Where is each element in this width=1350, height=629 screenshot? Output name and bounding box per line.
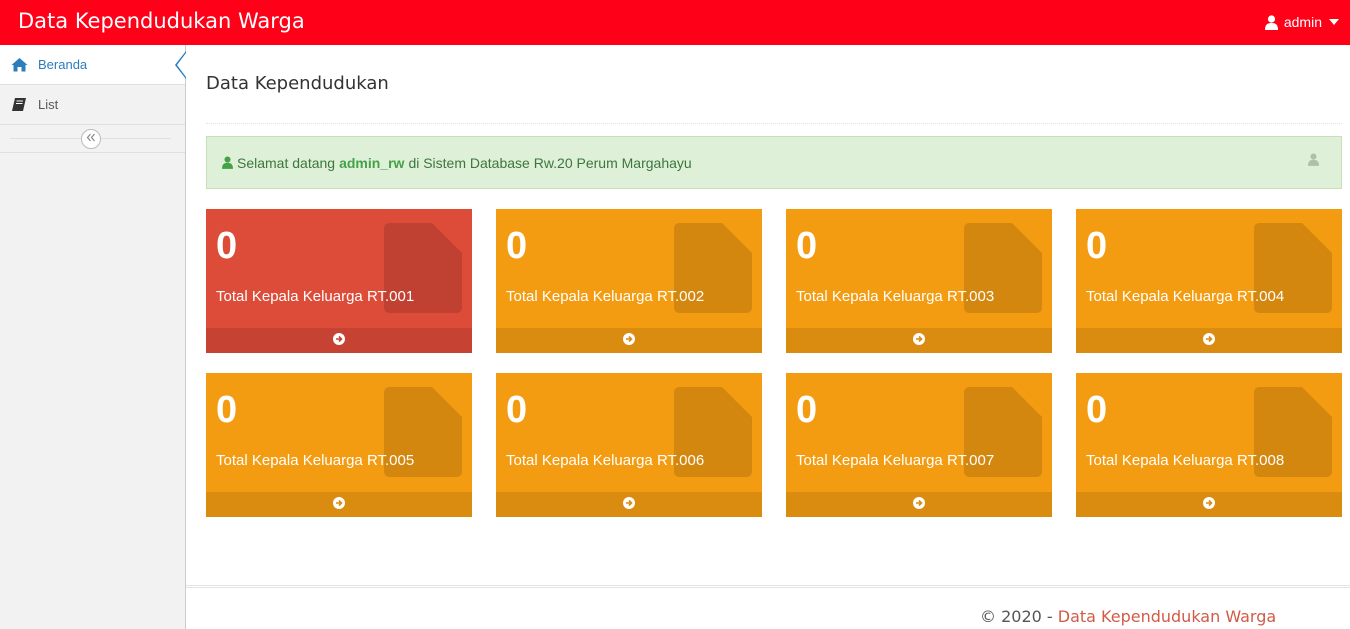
- stat-label: Total Kepala Keluarga RT.007: [796, 452, 995, 469]
- stat-value: 0: [506, 389, 528, 431]
- stat-box-rt008[interactable]: 0 Total Kepala Keluarga RT.008: [1076, 373, 1342, 517]
- stat-value: 0: [506, 225, 528, 267]
- more-info-link[interactable]: [786, 328, 1052, 353]
- double-chevron-left-icon: [86, 133, 96, 145]
- sidebar-collapse-button[interactable]: [81, 129, 101, 149]
- footer-copyright: © 2020 -: [980, 607, 1058, 626]
- arrow-circle-right-icon: [333, 332, 345, 350]
- footer-brand-link[interactable]: Data Kependudukan Warga: [1058, 607, 1276, 626]
- more-info-link[interactable]: [1076, 492, 1342, 517]
- arrow-circle-right-icon: [623, 496, 635, 514]
- welcome-alert: Selamat datang admin_rw di Sistem Databa…: [206, 136, 1342, 189]
- stat-box-rt006[interactable]: 0 Total Kepala Keluarga RT.006: [496, 373, 762, 517]
- arrow-circle-right-icon: [1203, 332, 1215, 350]
- user-menu[interactable]: admin: [1264, 12, 1340, 32]
- arrow-circle-right-icon: [333, 496, 345, 514]
- caret-down-icon: [1328, 18, 1340, 26]
- page-footer: © 2020 - Data Kependudukan Warga: [186, 585, 1350, 629]
- stat-value: 0: [216, 389, 238, 431]
- stat-value: 0: [216, 225, 238, 267]
- arrow-circle-right-icon: [913, 332, 925, 350]
- stat-label: Total Kepala Keluarga RT.005: [216, 452, 415, 469]
- stat-value: 0: [1086, 389, 1108, 431]
- page-header: Data Kependudukan: [206, 45, 1342, 124]
- arrow-circle-right-icon: [623, 332, 635, 350]
- alert-prefix: Selamat datang: [237, 154, 336, 171]
- sidebar-item-label: List: [38, 97, 59, 112]
- stat-label: Total Kepala Keluarga RT.006: [506, 452, 705, 469]
- user-name: admin: [1283, 14, 1322, 30]
- stat-box-rt003[interactable]: 0 Total Kepala Keluarga RT.003: [786, 209, 1052, 353]
- stat-box-rt001[interactable]: 0 Total Kepala Keluarga RT.001: [206, 209, 472, 353]
- arrow-circle-right-icon: [913, 496, 925, 514]
- stat-label: Total Kepala Keluarga RT.004: [1086, 288, 1285, 305]
- sidebar: Beranda List: [0, 45, 186, 629]
- stat-label: Total Kepala Keluarga RT.003: [796, 288, 995, 305]
- more-info-link[interactable]: [496, 328, 762, 353]
- more-info-link[interactable]: [496, 492, 762, 517]
- stat-box-rt002[interactable]: 0 Total Kepala Keluarga RT.002: [496, 209, 762, 353]
- stat-box-rt005[interactable]: 0 Total Kepala Keluarga RT.005: [206, 373, 472, 517]
- stat-value: 0: [796, 389, 818, 431]
- page-title: Data Kependudukan: [206, 73, 389, 94]
- alert-user-icon[interactable]: [1308, 153, 1319, 169]
- stat-value: 0: [1086, 225, 1108, 267]
- active-indicator: [175, 51, 186, 79]
- footer-text: © 2020 - Data Kependudukan Warga: [980, 607, 1276, 626]
- app-brand[interactable]: Data Kependudukan Warga: [18, 9, 305, 33]
- more-info-link[interactable]: [206, 492, 472, 517]
- sidebar-item-beranda[interactable]: Beranda: [0, 45, 186, 85]
- main-content: Data Kependudukan Selamat datang admin_r…: [186, 45, 1350, 629]
- stat-value: 0: [796, 225, 818, 267]
- more-info-link[interactable]: [206, 328, 472, 353]
- stat-box-rt007[interactable]: 0 Total Kepala Keluarga RT.007: [786, 373, 1052, 517]
- navbar: Data Kependudukan Warga admin: [0, 0, 1350, 45]
- user-icon: [222, 156, 233, 169]
- alert-suffix: di Sistem Database Rw.20 Perum Margahayu: [408, 154, 692, 171]
- arrow-circle-right-icon: [1203, 496, 1215, 514]
- sidebar-item-label: Beranda: [38, 57, 88, 72]
- book-icon: [10, 96, 28, 114]
- more-info-link[interactable]: [1076, 328, 1342, 353]
- more-info-link[interactable]: [786, 492, 1052, 517]
- home-icon: [10, 56, 28, 74]
- user-icon: [1264, 14, 1278, 30]
- sidebar-item-list[interactable]: List: [0, 85, 185, 125]
- stat-label: Total Kepala Keluarga RT.008: [1086, 452, 1285, 469]
- sidebar-collapse-row: [0, 125, 185, 153]
- stat-label: Total Kepala Keluarga RT.002: [506, 288, 705, 305]
- stat-box-rt004[interactable]: 0 Total Kepala Keluarga RT.004: [1076, 209, 1342, 353]
- stat-label: Total Kepala Keluarga RT.001: [216, 288, 415, 305]
- alert-username: admin_rw: [339, 154, 405, 171]
